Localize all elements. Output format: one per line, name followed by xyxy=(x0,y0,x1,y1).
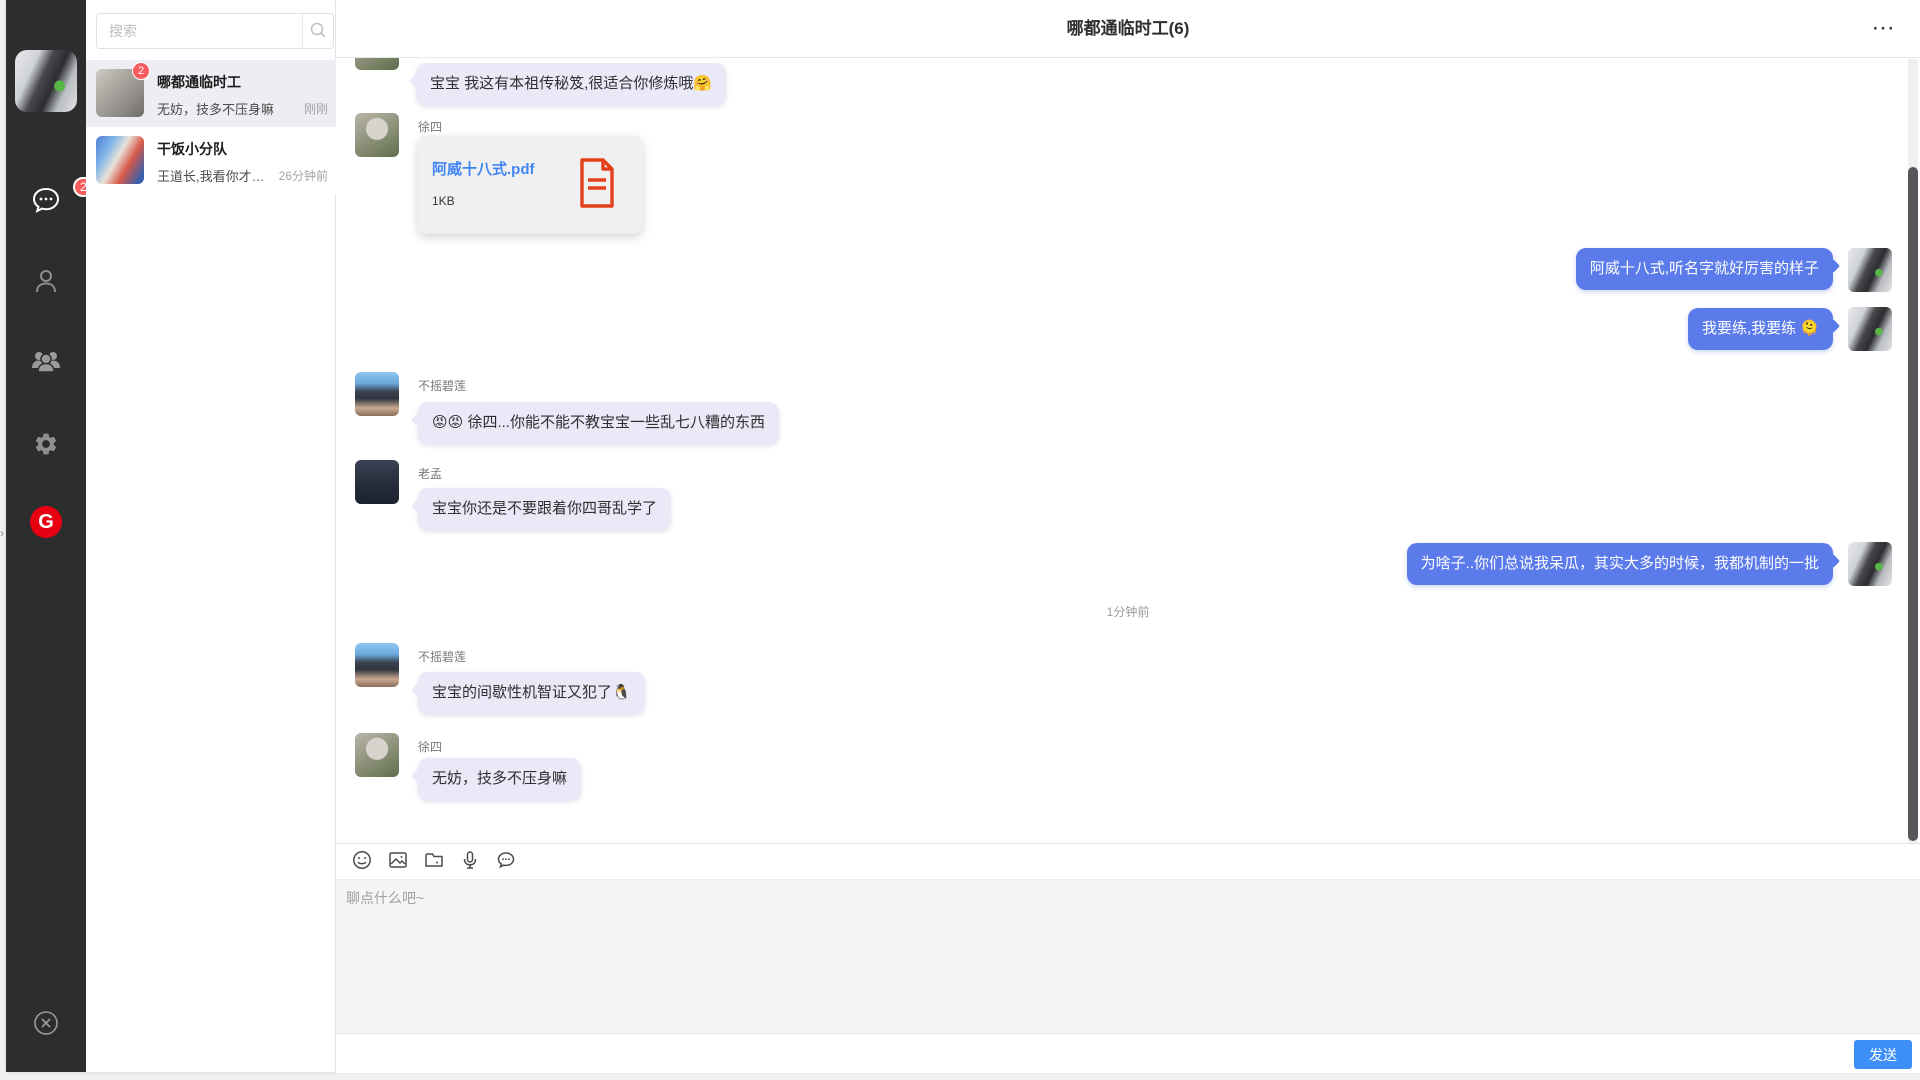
voice-button[interactable] xyxy=(459,851,481,873)
message-bubble: 宝宝你还是不要跟着你四哥乱学了 xyxy=(418,488,671,530)
chat-list-item[interactable]: 2 哪都通临时工 无妨，技多不压身嘛 刚刚 xyxy=(86,60,336,127)
sidebar-item-groups[interactable] xyxy=(6,341,86,381)
time-divider: 1分钟前 xyxy=(336,603,1920,620)
quick-reply-button[interactable] xyxy=(495,851,517,873)
conversation-title: 哪都通临时工(6) xyxy=(336,0,1920,58)
sender-avatar[interactable] xyxy=(355,113,399,157)
chat-time: 刚刚 xyxy=(304,100,328,117)
message-input[interactable] xyxy=(336,880,1920,1033)
search-input[interactable] xyxy=(97,14,302,48)
sender-name: 徐四 xyxy=(418,738,442,755)
group-people-icon xyxy=(30,348,62,374)
file-size: 1KB xyxy=(432,194,455,208)
sender-avatar[interactable] xyxy=(355,643,399,687)
composer: 发送 xyxy=(336,843,1920,1072)
scrollbar-thumb[interactable] xyxy=(1908,167,1918,841)
more-options-icon[interactable]: ··· xyxy=(1873,0,1896,58)
sidebar-item-contacts[interactable] xyxy=(6,261,86,301)
smiley-face-icon xyxy=(352,850,372,873)
chat-avatar xyxy=(96,136,144,184)
chat-last-message: 无妨，技多不压身嘛 xyxy=(157,99,274,118)
chat-last-message: 王道长,我看你才… xyxy=(157,166,265,185)
folder-icon xyxy=(424,850,444,873)
send-button[interactable]: 发送 xyxy=(1854,1040,1912,1069)
message-scroll-area: 宝宝 我这有本祖传秘笈,很适合你修炼哦🤗 徐四 阿威十八式.pdf 1KB 阿威… xyxy=(336,58,1920,843)
chat-list-item[interactable]: 干饭小分队 王道长,我看你才… 26分钟前 xyxy=(86,127,336,194)
chat-title: 哪都通临时工 xyxy=(157,72,241,92)
sender-name: 不摇碧莲 xyxy=(418,648,466,665)
sender-name: 徐四 xyxy=(418,118,442,135)
sender-avatar[interactable] xyxy=(355,58,399,70)
nav-sidebar: 2 xyxy=(6,0,86,1072)
image-icon xyxy=(388,850,408,873)
file-button[interactable] xyxy=(423,851,445,873)
microphone-icon xyxy=(460,850,480,873)
file-name: 阿威十八式.pdf xyxy=(432,158,535,179)
chat-list-panel: 2 哪都通临时工 无妨，技多不压身嘛 刚刚 干饭小分队 王道长,我看你才… 26… xyxy=(86,0,336,1072)
sender-name: 老孟 xyxy=(418,465,442,482)
file-attachment-card[interactable]: 阿威十八式.pdf 1KB xyxy=(418,136,642,234)
sidebar-item-chats[interactable]: 2 xyxy=(6,180,86,220)
sender-avatar[interactable] xyxy=(355,372,399,416)
unread-badge: 2 xyxy=(132,62,150,80)
gear-icon xyxy=(33,431,59,457)
chat-bubble-dots-icon: 2 xyxy=(31,186,61,214)
app-logo-G-icon[interactable]: G xyxy=(30,506,62,538)
panel-collapse-arrow-icon[interactable]: › xyxy=(0,526,4,540)
self-avatar[interactable] xyxy=(1848,307,1892,351)
person-icon xyxy=(32,267,60,295)
search-box xyxy=(96,13,334,49)
chat-time: 26分钟前 xyxy=(279,167,328,184)
chat-app-window: 2 xyxy=(6,0,1920,1072)
image-button[interactable] xyxy=(387,851,409,873)
emoji-button[interactable] xyxy=(351,851,373,873)
message-bubble-icon xyxy=(496,850,516,873)
message-bubble: 宝宝的间歇性机智证又犯了🐧 xyxy=(418,672,645,714)
self-avatar[interactable] xyxy=(1848,248,1892,292)
chat-title: 干饭小分队 xyxy=(157,139,227,159)
sender-avatar[interactable] xyxy=(355,460,399,504)
sender-avatar[interactable] xyxy=(355,733,399,777)
pdf-document-icon xyxy=(578,158,616,213)
sidebar-item-settings[interactable] xyxy=(6,424,86,464)
message-bubble: 无妨，技多不压身嘛 xyxy=(418,758,581,800)
message-bubble: 宝宝 我这有本祖传秘笈,很适合你修炼哦🤗 xyxy=(416,63,726,105)
message-bubble: 阿威十八式,听名字就好厉害的样子 xyxy=(1576,248,1833,290)
conversation-header: 哪都通临时工(6) ··· xyxy=(336,0,1920,58)
close-circle-icon[interactable] xyxy=(33,1010,59,1036)
message-bubble: 😡😡 徐四...你能不能不教宝宝一些乱七八糟的东西 xyxy=(418,402,779,444)
message-bubble: 我要练,我要练 🫠 xyxy=(1688,308,1833,350)
self-avatar[interactable] xyxy=(1848,542,1892,586)
sender-name: 不摇碧莲 xyxy=(418,377,466,394)
magnifier-icon xyxy=(309,21,327,42)
composer-toolbar xyxy=(336,844,1920,879)
conversation-pane: 哪都通临时工(6) ··· 宝宝 我这有本祖传秘笈,很适合你修炼哦🤗 徐四 阿威… xyxy=(336,0,1920,1072)
message-input-area xyxy=(336,879,1920,1033)
user-avatar[interactable] xyxy=(15,50,77,112)
message-bubble: 为啥子..你们总说我呆瓜，其实大多的时候，我都机制的一批 xyxy=(1407,543,1833,585)
search-button[interactable] xyxy=(302,14,333,48)
send-row: 发送 xyxy=(336,1033,1920,1073)
